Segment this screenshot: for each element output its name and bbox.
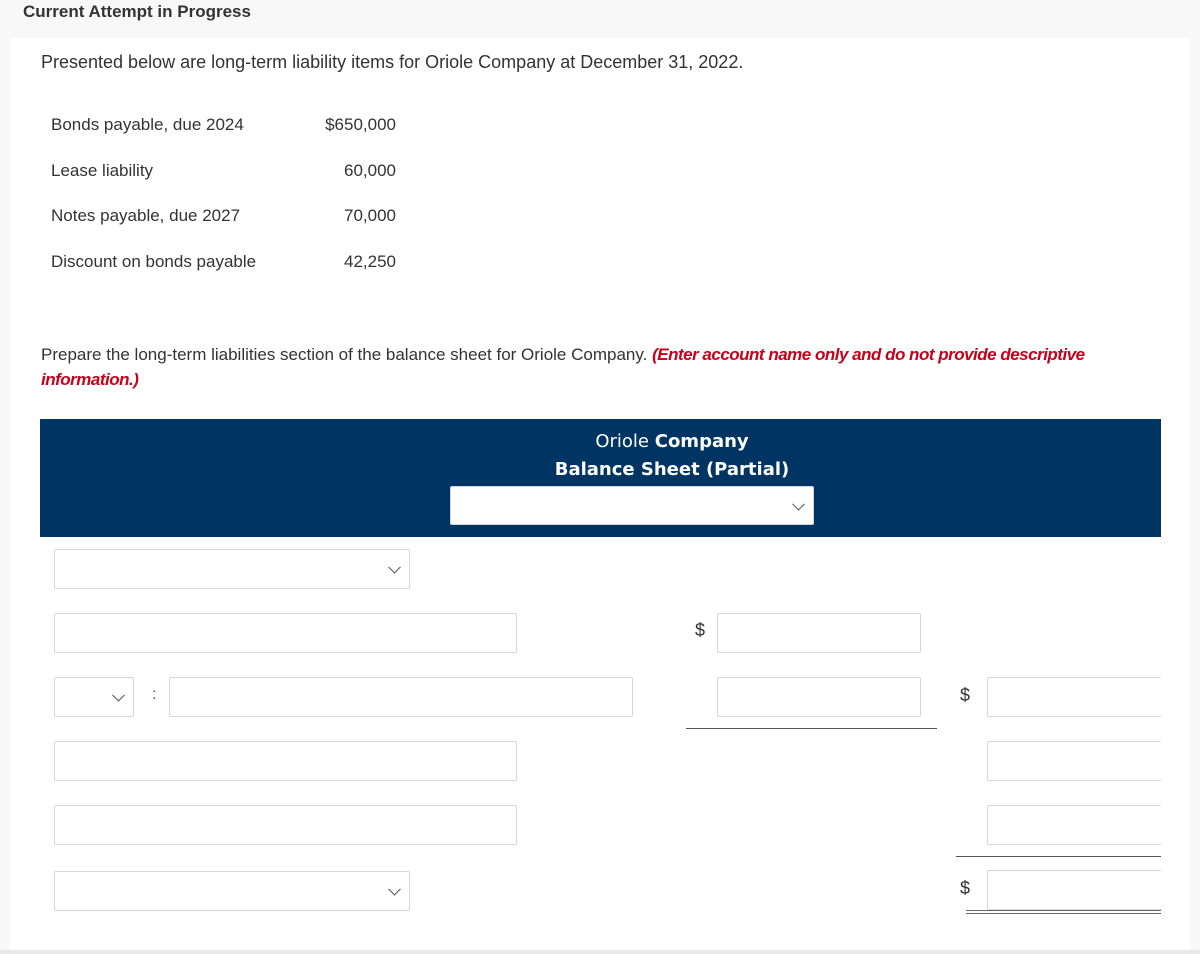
- page-bottom-border: [0, 950, 1200, 954]
- total-input-3[interactable]: [987, 805, 1161, 845]
- chevron-down-icon: [112, 688, 125, 702]
- statement-title: Balance Sheet (Partial): [554, 459, 790, 480]
- date-select[interactable]: [450, 486, 814, 525]
- item-label: Lease liability: [51, 161, 154, 180]
- item-label: Bonds payable, due 2024: [51, 115, 244, 134]
- total-label-select[interactable]: [54, 871, 410, 911]
- grand-total-input[interactable]: [987, 870, 1161, 910]
- attempt-status-title: Current Attempt in Progress: [23, 2, 251, 21]
- instructions-text: Prepare the long-term liabilities sectio…: [41, 345, 648, 364]
- currency-symbol: $: [960, 685, 971, 705]
- grand-total-double-underline: [966, 910, 1161, 914]
- chevron-down-icon: [388, 560, 401, 574]
- section-heading-select[interactable]: [54, 549, 410, 589]
- amount-input-2[interactable]: [717, 677, 921, 717]
- item-value: 60,000: [344, 161, 396, 180]
- subtotal-underline: [686, 728, 937, 729]
- chevron-down-icon: [388, 882, 401, 896]
- company-name-first: Oriole: [595, 431, 649, 452]
- item-value: 70,000: [344, 206, 396, 225]
- total-input-2[interactable]: [987, 741, 1161, 781]
- total-underline: [956, 856, 1161, 857]
- account-input-3[interactable]: [54, 741, 517, 781]
- item-value: $650,000: [325, 115, 396, 134]
- colon-separator: :: [152, 686, 157, 703]
- company-name: Oriole Company: [40, 431, 1200, 452]
- currency-symbol: $: [960, 878, 971, 898]
- currency-symbol: $: [695, 620, 706, 640]
- item-label: Notes payable, due 2027: [51, 206, 241, 225]
- total-input-1[interactable]: [987, 677, 1161, 717]
- account-input-4[interactable]: [54, 805, 517, 845]
- account-input-1[interactable]: [54, 613, 517, 653]
- instructions: Prepare the long-term liabilities sectio…: [41, 342, 1171, 392]
- company-name-second: Company: [654, 431, 749, 452]
- account-input-2[interactable]: [169, 677, 633, 717]
- prefix-select[interactable]: [54, 677, 134, 717]
- question-intro: Presented below are long-term liability …: [41, 52, 744, 72]
- item-value: 42,250: [344, 252, 396, 271]
- statement-header: Oriole Company Balance Sheet (Partial): [40, 419, 1161, 537]
- chevron-down-icon: [792, 497, 805, 511]
- amount-input-1[interactable]: [717, 613, 921, 653]
- item-label: Discount on bonds payable: [51, 252, 257, 271]
